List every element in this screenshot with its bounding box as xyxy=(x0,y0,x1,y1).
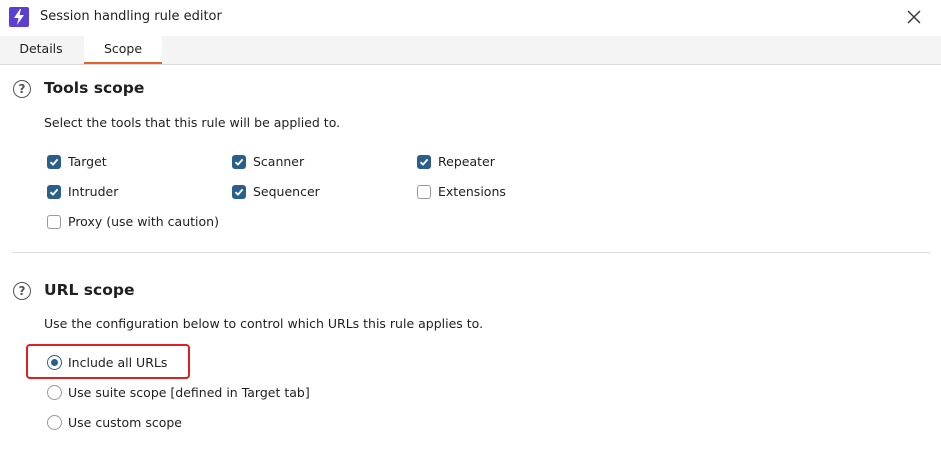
section-divider xyxy=(12,252,930,253)
checkbox-checked-icon xyxy=(417,154,431,169)
checkbox-sequencer-label: Sequencer xyxy=(253,184,320,199)
url-scope-help-icon[interactable]: ? xyxy=(13,282,31,300)
radio-use-custom-scope[interactable]: Use custom scope xyxy=(47,415,182,430)
radio-use-suite-scope[interactable]: Use suite scope [defined in Target tab] xyxy=(47,385,310,400)
radio-use-custom-scope-label: Use custom scope xyxy=(68,415,182,430)
tools-scope-description: Select the tools that this rule will be … xyxy=(44,115,341,130)
tab-bar: Details Scope xyxy=(0,36,941,65)
radio-unselected-icon xyxy=(47,385,62,400)
checkbox-intruder-label: Intruder xyxy=(68,184,119,199)
title-bar: Session handling rule editor xyxy=(0,0,941,36)
radio-include-all-urls-label: Include all URLs xyxy=(68,355,168,370)
checkbox-intruder[interactable]: Intruder xyxy=(47,184,118,199)
tools-scope-help-icon[interactable]: ? xyxy=(13,80,31,98)
radio-unselected-icon xyxy=(47,415,62,430)
checkbox-checked-icon xyxy=(232,184,246,199)
checkbox-scanner-label: Scanner xyxy=(253,154,305,169)
checkbox-proxy-label: Proxy (use with caution) xyxy=(68,214,219,229)
checkbox-checked-icon xyxy=(232,154,246,169)
checkbox-proxy[interactable]: Proxy (use with caution) xyxy=(47,214,219,229)
window-title: Session handling rule editor xyxy=(40,9,222,24)
checkbox-target-label: Target xyxy=(68,154,107,169)
checkbox-scanner[interactable]: Scanner xyxy=(232,154,304,169)
tab-scope[interactable]: Scope xyxy=(84,36,162,64)
checkbox-checked-icon xyxy=(47,184,61,199)
tab-selected-indicator xyxy=(84,62,162,64)
checkbox-extensions[interactable]: Extensions xyxy=(417,184,506,199)
checkbox-target[interactable]: Target xyxy=(47,154,107,169)
checkbox-unchecked-icon xyxy=(47,214,61,229)
lightning-icon xyxy=(9,7,29,27)
tab-scope-label: Scope xyxy=(103,41,143,56)
close-icon xyxy=(907,10,921,24)
close-button[interactable] xyxy=(898,3,930,31)
url-scope-description: Use the configuration below to control w… xyxy=(44,316,484,331)
url-scope-title: URL scope xyxy=(44,281,135,299)
tools-scope-title: Tools scope xyxy=(44,79,145,97)
radio-selected-icon xyxy=(47,355,62,370)
checkbox-checked-icon xyxy=(47,154,61,169)
radio-include-all-urls[interactable]: Include all URLs xyxy=(47,355,167,370)
radio-use-suite-scope-label: Use suite scope [defined in Target tab] xyxy=(68,385,310,400)
checkbox-repeater-label: Repeater xyxy=(438,154,495,169)
checkbox-extensions-label: Extensions xyxy=(438,184,506,199)
tab-details[interactable]: Details xyxy=(6,36,76,63)
checkbox-repeater[interactable]: Repeater xyxy=(417,154,495,169)
checkbox-unchecked-icon xyxy=(417,184,431,199)
checkbox-sequencer[interactable]: Sequencer xyxy=(232,184,320,199)
